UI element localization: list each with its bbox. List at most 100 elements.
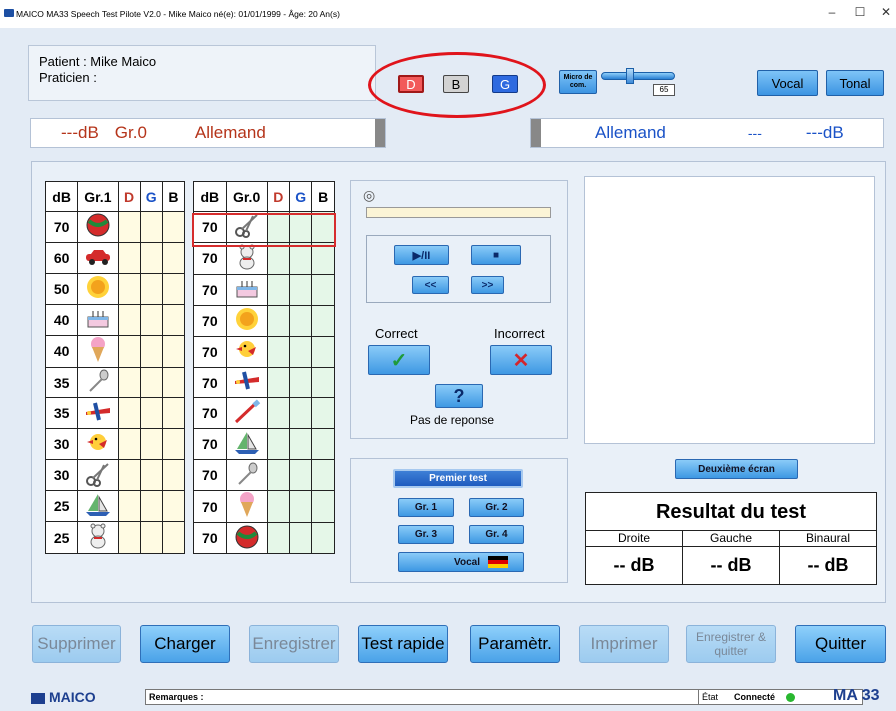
row-g-cell[interactable] bbox=[139, 490, 163, 523]
row-g-cell[interactable] bbox=[139, 397, 163, 430]
row-picture[interactable] bbox=[77, 303, 119, 336]
maximize-button[interactable]: ☐ bbox=[850, 5, 870, 19]
row-b-cell[interactable] bbox=[311, 366, 335, 399]
table-row[interactable]: 25 bbox=[44, 490, 186, 523]
row-picture[interactable] bbox=[77, 211, 119, 243]
table-row[interactable]: 25 bbox=[44, 521, 186, 555]
table-row[interactable]: 40 bbox=[44, 303, 186, 336]
row-picture[interactable] bbox=[225, 490, 268, 524]
save-and-quit-button[interactable]: Enregistrer & quitter bbox=[686, 625, 776, 663]
row-g-cell[interactable] bbox=[289, 459, 313, 492]
row-picture[interactable] bbox=[225, 428, 268, 461]
table-row[interactable]: 35 bbox=[44, 366, 186, 399]
table-row[interactable]: 50 bbox=[44, 272, 186, 305]
row-g-cell[interactable] bbox=[289, 273, 313, 306]
minimize-button[interactable]: – bbox=[822, 5, 842, 19]
row-b-cell[interactable] bbox=[161, 241, 186, 274]
row-picture[interactable] bbox=[225, 459, 268, 492]
row-g-cell[interactable] bbox=[289, 304, 313, 337]
row-g-cell[interactable] bbox=[139, 334, 163, 368]
row-b-cell[interactable] bbox=[161, 428, 186, 461]
row-g-cell[interactable] bbox=[139, 459, 163, 492]
row-d-cell[interactable] bbox=[117, 521, 141, 555]
gr4-button[interactable]: Gr. 4 bbox=[469, 525, 524, 544]
row-g-cell[interactable] bbox=[139, 521, 163, 555]
quit-button[interactable]: Quitter bbox=[795, 625, 886, 663]
row-g-cell[interactable] bbox=[289, 397, 313, 430]
row-g-cell[interactable] bbox=[289, 335, 313, 368]
no-answer-button[interactable]: ? bbox=[435, 384, 483, 408]
row-picture[interactable] bbox=[225, 397, 268, 430]
row-g-cell[interactable] bbox=[289, 490, 313, 524]
second-screen-button[interactable]: Deuxième écran bbox=[675, 459, 798, 479]
row-d-cell[interactable] bbox=[266, 304, 291, 337]
row-d-cell[interactable] bbox=[117, 366, 141, 399]
row-g-cell[interactable] bbox=[289, 241, 313, 275]
row-d-cell[interactable] bbox=[117, 459, 141, 492]
channel-left-button[interactable]: G bbox=[492, 75, 518, 93]
play-pause-button[interactable]: ▶/II bbox=[394, 245, 449, 265]
table-row[interactable]: 70 bbox=[193, 522, 335, 555]
row-b-cell[interactable] bbox=[161, 272, 186, 305]
row-d-cell[interactable] bbox=[117, 334, 141, 368]
remarks-field[interactable]: Remarques : État Connecté bbox=[145, 689, 863, 705]
table-row[interactable]: 70 bbox=[193, 459, 335, 492]
row-picture[interactable] bbox=[77, 241, 119, 274]
row-g-cell[interactable] bbox=[289, 428, 313, 461]
row-b-cell[interactable] bbox=[161, 334, 186, 368]
row-g-cell[interactable] bbox=[289, 366, 313, 399]
row-b-cell[interactable] bbox=[311, 304, 335, 337]
channel-both-button[interactable]: B bbox=[443, 75, 469, 93]
row-b-cell[interactable] bbox=[161, 303, 186, 336]
row-picture[interactable] bbox=[77, 366, 119, 399]
row-picture[interactable] bbox=[225, 366, 268, 399]
row-b-cell[interactable] bbox=[161, 211, 186, 243]
table-row[interactable]: 70 bbox=[193, 428, 335, 461]
row-picture[interactable] bbox=[77, 521, 119, 555]
row-d-cell[interactable] bbox=[266, 522, 291, 555]
micro-button[interactable]: Micro de com. bbox=[559, 70, 597, 94]
row-picture[interactable] bbox=[77, 397, 119, 430]
table-row[interactable]: 70 bbox=[193, 490, 335, 524]
rewind-button[interactable]: << bbox=[412, 276, 449, 294]
row-d-cell[interactable] bbox=[266, 397, 291, 430]
row-g-cell[interactable] bbox=[139, 272, 163, 305]
table-row[interactable]: 70 bbox=[193, 241, 335, 275]
table-row[interactable]: 70 bbox=[193, 335, 335, 368]
gr2-button[interactable]: Gr. 2 bbox=[469, 498, 524, 517]
row-d-cell[interactable] bbox=[117, 397, 141, 430]
micro-slider-thumb[interactable] bbox=[626, 68, 634, 84]
row-d-cell[interactable] bbox=[266, 335, 291, 368]
row-b-cell[interactable] bbox=[311, 459, 335, 492]
vocal-language-button[interactable]: Vocal bbox=[398, 552, 524, 572]
row-d-cell[interactable] bbox=[117, 241, 141, 274]
tonal-button[interactable]: Tonal bbox=[826, 70, 884, 96]
table-row[interactable]: 70 bbox=[44, 211, 186, 243]
row-b-cell[interactable] bbox=[161, 521, 186, 555]
row-picture[interactable] bbox=[77, 490, 119, 523]
quick-test-button[interactable]: Test rapide bbox=[358, 625, 448, 663]
row-b-cell[interactable] bbox=[311, 241, 335, 275]
row-d-cell[interactable] bbox=[117, 303, 141, 336]
row-d-cell[interactable] bbox=[266, 273, 291, 306]
row-d-cell[interactable] bbox=[266, 490, 291, 524]
table-row[interactable]: 30 bbox=[44, 459, 186, 492]
row-d-cell[interactable] bbox=[117, 211, 141, 243]
row-g-cell[interactable] bbox=[139, 241, 163, 274]
row-g-cell[interactable] bbox=[139, 428, 163, 461]
row-b-cell[interactable] bbox=[311, 335, 335, 368]
correct-button[interactable]: ✓ bbox=[368, 345, 430, 375]
row-picture[interactable] bbox=[225, 304, 268, 337]
table-row[interactable]: 70 bbox=[193, 397, 335, 430]
row-picture[interactable] bbox=[225, 241, 268, 275]
micro-slider[interactable] bbox=[601, 72, 675, 80]
row-picture[interactable] bbox=[77, 459, 119, 492]
table-row[interactable]: 70 bbox=[193, 304, 335, 337]
row-b-cell[interactable] bbox=[311, 397, 335, 430]
row-d-cell[interactable] bbox=[266, 428, 291, 461]
row-g-cell[interactable] bbox=[139, 303, 163, 336]
table-row[interactable]: 30 bbox=[44, 428, 186, 461]
row-g-cell[interactable] bbox=[139, 366, 163, 399]
vocal-button[interactable]: Vocal bbox=[757, 70, 818, 96]
table-row[interactable]: 70 bbox=[193, 273, 335, 306]
